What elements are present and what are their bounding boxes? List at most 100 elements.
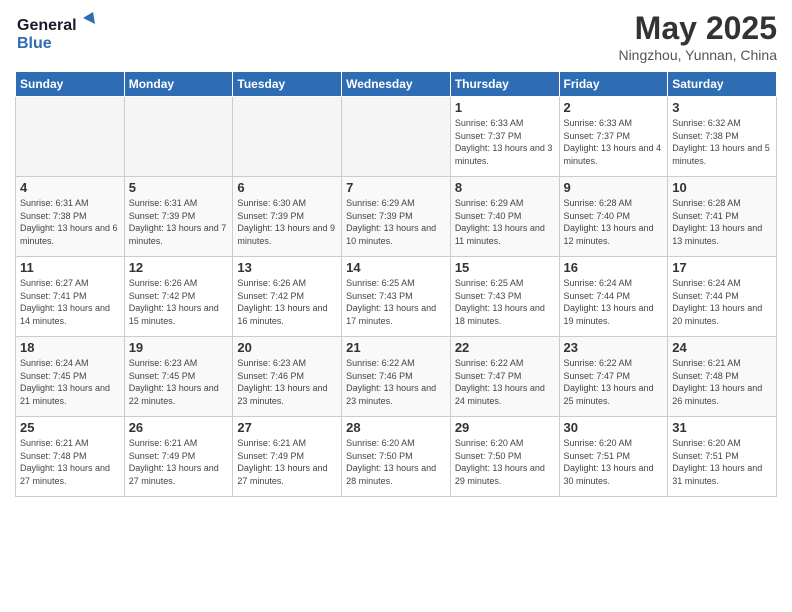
day-info: Sunrise: 6:30 AMSunset: 7:39 PMDaylight:… xyxy=(237,197,337,247)
day-number: 12 xyxy=(129,260,229,275)
day-info: Sunrise: 6:20 AMSunset: 7:51 PMDaylight:… xyxy=(672,437,772,487)
weekday-header-row: SundayMondayTuesdayWednesdayThursdayFrid… xyxy=(16,72,777,97)
day-info: Sunrise: 6:21 AMSunset: 7:48 PMDaylight:… xyxy=(20,437,120,487)
day-number: 21 xyxy=(346,340,446,355)
page: General Blue May 2025 Ningzhou, Yunnan, … xyxy=(0,0,792,612)
calendar-table: SundayMondayTuesdayWednesdayThursdayFrid… xyxy=(15,71,777,497)
day-info: Sunrise: 6:32 AMSunset: 7:38 PMDaylight:… xyxy=(672,117,772,167)
day-number: 23 xyxy=(564,340,664,355)
calendar-cell xyxy=(233,97,342,177)
calendar-cell: 6 Sunrise: 6:30 AMSunset: 7:39 PMDaylight… xyxy=(233,177,342,257)
calendar-cell: 15Sunrise: 6:25 AMSunset: 7:43 PMDayligh… xyxy=(450,257,559,337)
day-info: Sunrise: 6:28 AMSunset: 7:41 PMDaylight:… xyxy=(672,197,772,247)
logo: General Blue xyxy=(15,10,105,60)
day-number: 15 xyxy=(455,260,555,275)
day-info: Sunrise: 6:28 AMSunset: 7:40 PMDaylight:… xyxy=(564,197,664,247)
day-info: Sunrise: 6:31 AMSunset: 7:38 PMDaylight:… xyxy=(20,197,120,247)
calendar-week-2: 4 Sunrise: 6:31 AMSunset: 7:38 PMDaylight… xyxy=(16,177,777,257)
day-number: 30 xyxy=(564,420,664,435)
weekday-header-friday: Friday xyxy=(559,72,668,97)
day-info: Sunrise: 6:22 AMSunset: 7:47 PMDaylight:… xyxy=(564,357,664,407)
day-info: Sunrise: 6:24 AMSunset: 7:44 PMDaylight:… xyxy=(672,277,772,327)
calendar-cell: 9Sunrise: 6:28 AMSunset: 7:40 PMDaylight… xyxy=(559,177,668,257)
day-info: Sunrise: 6:29 AMSunset: 7:40 PMDaylight:… xyxy=(455,197,555,247)
calendar-cell: 31 Sunrise: 6:20 AMSunset: 7:51 PMDayligh… xyxy=(668,417,777,497)
title-area: May 2025 Ningzhou, Yunnan, China xyxy=(618,10,777,63)
day-number: 13 xyxy=(237,260,337,275)
calendar-cell: 12Sunrise: 6:26 AMSunset: 7:42 PMDayligh… xyxy=(124,257,233,337)
calendar-cell: 22 Sunrise: 6:22 AMSunset: 7:47 PMDayligh… xyxy=(450,337,559,417)
day-number: 4 xyxy=(20,180,120,195)
calendar-cell: 10 Sunrise: 6:28 AMSunset: 7:41 PMDayligh… xyxy=(668,177,777,257)
calendar-cell: 18Sunrise: 6:24 AMSunset: 7:45 PMDayligh… xyxy=(16,337,125,417)
day-number: 8 xyxy=(455,180,555,195)
day-number: 2 xyxy=(564,100,664,115)
calendar-cell: 26 Sunrise: 6:21 AMSunset: 7:49 PMDayligh… xyxy=(124,417,233,497)
day-number: 3 xyxy=(672,100,772,115)
calendar-cell: 13 Sunrise: 6:26 AMSunset: 7:42 PMDayligh… xyxy=(233,257,342,337)
day-number: 20 xyxy=(237,340,337,355)
weekday-header-saturday: Saturday xyxy=(668,72,777,97)
day-number: 11 xyxy=(20,260,120,275)
calendar-cell: 19 Sunrise: 6:23 AMSunset: 7:45 PMDayligh… xyxy=(124,337,233,417)
svg-text:General: General xyxy=(17,17,77,34)
calendar-cell: 3 Sunrise: 6:32 AMSunset: 7:38 PMDaylight… xyxy=(668,97,777,177)
day-info: Sunrise: 6:22 AMSunset: 7:46 PMDaylight:… xyxy=(346,357,446,407)
day-number: 17 xyxy=(672,260,772,275)
day-info: Sunrise: 6:29 AMSunset: 7:39 PMDaylight:… xyxy=(346,197,446,247)
day-info: Sunrise: 6:21 AMSunset: 7:49 PMDaylight:… xyxy=(237,437,337,487)
calendar-cell: 23 Sunrise: 6:22 AMSunset: 7:47 PMDayligh… xyxy=(559,337,668,417)
calendar-cell: 27 Sunrise: 6:21 AMSunset: 7:49 PMDayligh… xyxy=(233,417,342,497)
day-number: 10 xyxy=(672,180,772,195)
day-number: 22 xyxy=(455,340,555,355)
day-info: Sunrise: 6:24 AMSunset: 7:45 PMDaylight:… xyxy=(20,357,120,407)
day-info: Sunrise: 6:23 AMSunset: 7:45 PMDaylight:… xyxy=(129,357,229,407)
calendar-cell: 25 Sunrise: 6:21 AMSunset: 7:48 PMDayligh… xyxy=(16,417,125,497)
calendar-cell: 20 Sunrise: 6:23 AMSunset: 7:46 PMDayligh… xyxy=(233,337,342,417)
calendar-week-1: 1Sunrise: 6:33 AMSunset: 7:37 PMDaylight… xyxy=(16,97,777,177)
day-number: 16 xyxy=(564,260,664,275)
day-number: 6 xyxy=(237,180,337,195)
day-number: 26 xyxy=(129,420,229,435)
day-number: 5 xyxy=(129,180,229,195)
weekday-header-sunday: Sunday xyxy=(16,72,125,97)
calendar-cell: 2 Sunrise: 6:33 AMSunset: 7:37 PMDaylight… xyxy=(559,97,668,177)
day-number: 25 xyxy=(20,420,120,435)
calendar-cell: 8 Sunrise: 6:29 AMSunset: 7:40 PMDaylight… xyxy=(450,177,559,257)
day-info: Sunrise: 6:23 AMSunset: 7:46 PMDaylight:… xyxy=(237,357,337,407)
day-number: 31 xyxy=(672,420,772,435)
month-title: May 2025 xyxy=(618,10,777,47)
location: Ningzhou, Yunnan, China xyxy=(618,47,777,63)
logo-svg: General Blue xyxy=(15,10,105,55)
calendar-cell xyxy=(342,97,451,177)
calendar-cell: 5Sunrise: 6:31 AMSunset: 7:39 PMDaylight… xyxy=(124,177,233,257)
day-info: Sunrise: 6:27 AMSunset: 7:41 PMDaylight:… xyxy=(20,277,120,327)
calendar-cell: 11 Sunrise: 6:27 AMSunset: 7:41 PMDayligh… xyxy=(16,257,125,337)
day-number: 7 xyxy=(346,180,446,195)
day-info: Sunrise: 6:20 AMSunset: 7:50 PMDaylight:… xyxy=(346,437,446,487)
day-number: 24 xyxy=(672,340,772,355)
header: General Blue May 2025 Ningzhou, Yunnan, … xyxy=(15,10,777,63)
calendar-cell: 14Sunrise: 6:25 AMSunset: 7:43 PMDayligh… xyxy=(342,257,451,337)
calendar-cell: 29Sunrise: 6:20 AMSunset: 7:50 PMDayligh… xyxy=(450,417,559,497)
calendar-week-5: 25 Sunrise: 6:21 AMSunset: 7:48 PMDayligh… xyxy=(16,417,777,497)
day-info: Sunrise: 6:21 AMSunset: 7:49 PMDaylight:… xyxy=(129,437,229,487)
day-info: Sunrise: 6:20 AMSunset: 7:50 PMDaylight:… xyxy=(455,437,555,487)
calendar-cell xyxy=(16,97,125,177)
day-info: Sunrise: 6:33 AMSunset: 7:37 PMDaylight:… xyxy=(564,117,664,167)
day-info: Sunrise: 6:22 AMSunset: 7:47 PMDaylight:… xyxy=(455,357,555,407)
day-info: Sunrise: 6:24 AMSunset: 7:44 PMDaylight:… xyxy=(564,277,664,327)
day-number: 27 xyxy=(237,420,337,435)
weekday-header-tuesday: Tuesday xyxy=(233,72,342,97)
calendar-cell: 30 Sunrise: 6:20 AMSunset: 7:51 PMDayligh… xyxy=(559,417,668,497)
calendar-cell: 24 Sunrise: 6:21 AMSunset: 7:48 PMDayligh… xyxy=(668,337,777,417)
day-info: Sunrise: 6:26 AMSunset: 7:42 PMDaylight:… xyxy=(237,277,337,327)
day-info: Sunrise: 6:21 AMSunset: 7:48 PMDaylight:… xyxy=(672,357,772,407)
calendar-cell: 17 Sunrise: 6:24 AMSunset: 7:44 PMDayligh… xyxy=(668,257,777,337)
day-info: Sunrise: 6:33 AMSunset: 7:37 PMDaylight:… xyxy=(455,117,555,167)
calendar-week-3: 11 Sunrise: 6:27 AMSunset: 7:41 PMDayligh… xyxy=(16,257,777,337)
day-info: Sunrise: 6:20 AMSunset: 7:51 PMDaylight:… xyxy=(564,437,664,487)
day-number: 19 xyxy=(129,340,229,355)
svg-text:Blue: Blue xyxy=(17,35,52,52)
calendar-cell: 7 Sunrise: 6:29 AMSunset: 7:39 PMDaylight… xyxy=(342,177,451,257)
